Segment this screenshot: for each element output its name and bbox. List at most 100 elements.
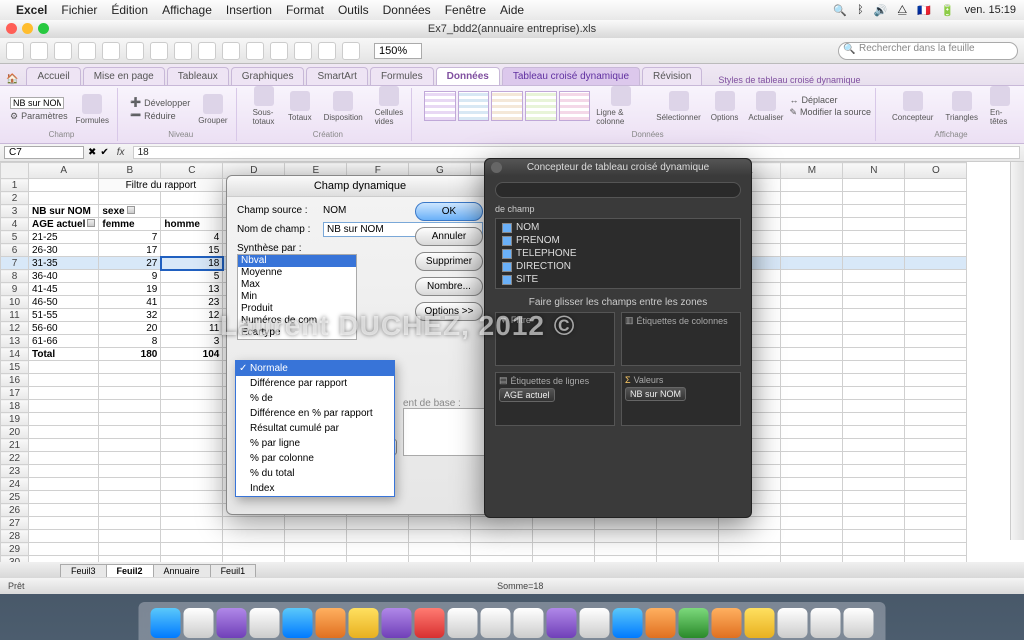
menu-outils[interactable]: Outils — [338, 3, 369, 17]
selectionner-button[interactable]: Sélectionner — [652, 89, 704, 124]
tab-mise-en-page[interactable]: Mise en page — [83, 67, 165, 85]
menu-insertion[interactable]: Insertion — [226, 3, 272, 17]
rows-zone[interactable]: ▤ Étiquettes de lignesAGE actuel — [495, 372, 615, 426]
search-in-sheet[interactable]: Rechercher dans la feuille — [838, 42, 1018, 60]
finder-icon[interactable] — [151, 608, 181, 638]
calendar-icon[interactable] — [448, 608, 478, 638]
format-painter-icon[interactable] — [174, 42, 192, 60]
battery-icon[interactable]: 🔋 — [941, 4, 955, 17]
home-icon[interactable]: 🏠 — [6, 74, 18, 85]
entetes-button[interactable]: En-têtes — [986, 84, 1014, 128]
menu-donnees[interactable]: Données — [383, 3, 431, 17]
values-zone[interactable]: Σ ValeursNB sur NOM — [621, 372, 741, 426]
style-preview-4[interactable] — [525, 91, 557, 121]
fx-confirm-icon[interactable]: ✔ — [100, 147, 108, 158]
afficher-dropdown-list[interactable]: NormaleDifférence par rapport% deDiffére… — [235, 360, 395, 497]
ok-button[interactable]: OK — [415, 202, 483, 221]
dashboard-icon[interactable] — [217, 608, 247, 638]
sheet-tab[interactable]: Annuaire — [153, 564, 211, 577]
sheet-tab[interactable]: Feuil1 — [210, 564, 257, 577]
sheet-tab[interactable]: Feuil2 — [106, 564, 154, 577]
volume-icon[interactable]: 🔊 — [874, 4, 888, 17]
tab-formules[interactable]: Formules — [370, 67, 434, 85]
gear-icon[interactable]: ⚙ — [10, 111, 18, 122]
chart-icon[interactable] — [318, 42, 336, 60]
disposition-button[interactable]: Disposition — [320, 89, 367, 124]
addressbook-icon[interactable] — [481, 608, 511, 638]
tab-accueil[interactable]: Accueil — [26, 67, 80, 85]
filter-zone[interactable]: ▼ Filtre — [495, 312, 615, 366]
app-menu[interactable]: Excel — [16, 3, 47, 17]
name-box[interactable]: C7 — [4, 146, 84, 159]
tab-tcd[interactable]: Tableau croisé dynamique — [502, 67, 640, 85]
autosum-icon[interactable] — [246, 42, 264, 60]
cancel-button[interactable]: Annuler — [415, 227, 483, 246]
tab-graphiques[interactable]: Graphiques — [231, 67, 305, 85]
cut-icon[interactable] — [102, 42, 120, 60]
move-icon[interactable]: ↔ — [789, 95, 798, 105]
menu-format[interactable]: Format — [286, 3, 324, 17]
bluetooth-icon[interactable]: ᛒ — [857, 4, 864, 16]
paste-icon[interactable] — [150, 42, 168, 60]
actualiser-button[interactable]: Actualiser — [744, 89, 787, 124]
copy-icon[interactable] — [126, 42, 144, 60]
formules-button[interactable]: Formules — [72, 92, 113, 127]
columns-zone[interactable]: ▥ Étiquettes de colonnes — [621, 312, 741, 366]
excel-icon[interactable] — [679, 608, 709, 638]
close-icon[interactable] — [491, 162, 502, 173]
powerpoint-icon[interactable] — [646, 608, 676, 638]
quicktime-icon[interactable] — [547, 608, 577, 638]
sort-icon[interactable] — [270, 42, 288, 60]
notes-icon[interactable] — [745, 608, 775, 638]
delete-button[interactable]: Supprimer — [415, 252, 483, 271]
print-icon[interactable] — [78, 42, 96, 60]
menu-fenetre[interactable]: Fenêtre — [445, 3, 486, 17]
minimize-window-button[interactable] — [22, 23, 33, 34]
style-preview-5[interactable] — [559, 91, 591, 121]
downloads-icon[interactable] — [811, 608, 841, 638]
redo-icon[interactable] — [222, 42, 240, 60]
style-preview-3[interactable] — [491, 91, 523, 121]
trash-icon[interactable] — [844, 608, 874, 638]
close-window-button[interactable] — [6, 23, 17, 34]
field-name-box[interactable] — [10, 97, 64, 109]
fx-cancel-icon[interactable]: ✖ — [88, 147, 96, 158]
expand-icon[interactable]: ➕ — [130, 97, 141, 108]
tab-tableaux[interactable]: Tableaux — [167, 67, 229, 85]
menu-affichage[interactable]: Affichage — [162, 3, 212, 17]
totaux-button[interactable]: Totaux — [284, 89, 316, 124]
sous-totaux-button[interactable]: Sous-totaux — [249, 84, 280, 128]
textedit-icon[interactable] — [580, 608, 610, 638]
tab-donnees[interactable]: Données — [436, 67, 500, 85]
menu-edition[interactable]: Édition — [111, 3, 148, 17]
style-preview-1[interactable] — [424, 91, 456, 121]
wifi-icon[interactable]: ⧋ — [897, 4, 907, 17]
firefox-icon[interactable] — [316, 608, 346, 638]
options-button[interactable]: Options >> — [415, 302, 483, 321]
spotlight-icon[interactable]: 🔍 — [833, 4, 847, 17]
number-button[interactable]: Nombre... — [415, 277, 483, 296]
itunes-icon[interactable] — [382, 608, 412, 638]
cellules-vides-button[interactable]: Cellules vides — [371, 84, 407, 128]
menu-aide[interactable]: Aide — [500, 3, 524, 17]
appstore-icon[interactable] — [184, 608, 214, 638]
ligne-colonne-button[interactable]: Ligne & colonne — [592, 84, 650, 128]
concepteur-button[interactable]: Concepteur — [888, 89, 937, 124]
grouper-button[interactable]: Grouper — [194, 92, 231, 127]
zoom-selector[interactable]: 150% — [374, 43, 422, 59]
synthese-list[interactable]: NbvalMoyenneMaxMinProduitNuméros de comE… — [237, 254, 357, 340]
vlc-icon[interactable] — [712, 608, 742, 638]
save-icon[interactable] — [54, 42, 72, 60]
mail-icon[interactable] — [250, 608, 280, 638]
photobooth-icon[interactable] — [415, 608, 445, 638]
open-icon[interactable] — [30, 42, 48, 60]
preview-icon[interactable] — [514, 608, 544, 638]
designer-search[interactable] — [495, 182, 741, 198]
base-item-box[interactable] — [403, 408, 485, 456]
new-icon[interactable] — [6, 42, 24, 60]
style-preview-2[interactable] — [458, 91, 490, 121]
collapse-icon[interactable]: ➖ — [130, 110, 141, 121]
options-button[interactable]: Options — [707, 89, 743, 124]
zoom-window-button[interactable] — [38, 23, 49, 34]
undo-icon[interactable] — [198, 42, 216, 60]
